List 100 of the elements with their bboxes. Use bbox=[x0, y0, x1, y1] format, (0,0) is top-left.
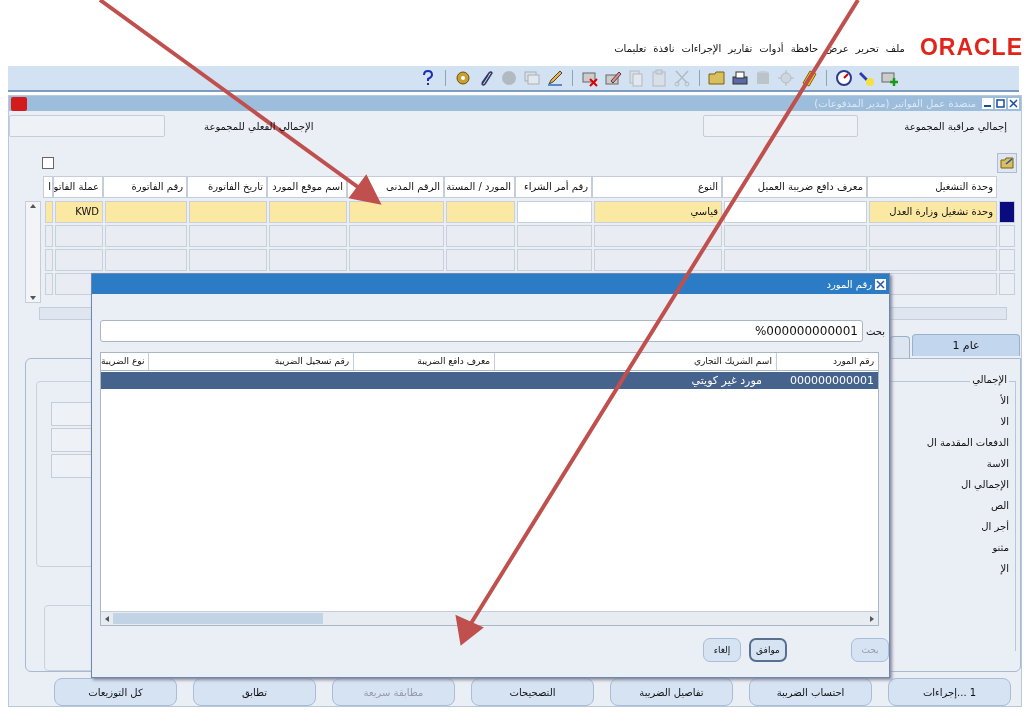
action-button[interactable]: تفاصيل الضريبة bbox=[610, 678, 733, 706]
table-cell[interactable] bbox=[349, 201, 444, 223]
folder-icon[interactable] bbox=[708, 69, 726, 87]
table-cell[interactable] bbox=[189, 249, 267, 271]
action-button[interactable]: تطابق bbox=[193, 678, 316, 706]
column-header: تاريخ الفاتورة bbox=[187, 176, 267, 198]
table-cell[interactable] bbox=[269, 225, 347, 247]
search-field[interactable]: %000000000001 bbox=[100, 320, 863, 342]
tab[interactable] bbox=[890, 336, 910, 358]
field-label: إجمالي مراقبة المجموعة bbox=[903, 120, 1008, 132]
printer-icon[interactable] bbox=[731, 69, 749, 87]
column-header: معرف دافع الضريبة bbox=[353, 353, 495, 370]
menu-item[interactable]: تعليمات bbox=[614, 42, 647, 58]
checkbox[interactable] bbox=[42, 157, 54, 169]
menu-item[interactable]: ملف bbox=[885, 42, 905, 58]
close-icon[interactable] bbox=[1008, 98, 1019, 109]
table-cell[interactable]: قياسي bbox=[594, 201, 722, 223]
column-header: النوع bbox=[592, 176, 722, 198]
table-cell[interactable] bbox=[269, 201, 347, 223]
field-label: الص bbox=[989, 500, 1009, 511]
table-cell[interactable] bbox=[869, 225, 997, 247]
table-cell[interactable]: KWD bbox=[55, 201, 103, 223]
table-cell[interactable] bbox=[189, 225, 267, 247]
table-cell[interactable] bbox=[45, 249, 53, 271]
delete-record-icon[interactable] bbox=[581, 69, 599, 87]
column-header: وحدة التشغيل bbox=[867, 176, 997, 198]
flashlight-icon[interactable] bbox=[858, 69, 876, 87]
table-cell[interactable] bbox=[517, 201, 592, 223]
maximize-icon[interactable] bbox=[995, 98, 1006, 109]
table-cell-text: مورد غير كويتي bbox=[690, 373, 763, 389]
column-header: معرف دافع ضريبة العميل bbox=[722, 176, 867, 198]
field-label: الدفعات المقدمة ال bbox=[925, 437, 1009, 448]
table-cell[interactable] bbox=[55, 249, 103, 271]
table-cell[interactable] bbox=[105, 225, 187, 247]
column-header: رقم أمر الشراء bbox=[515, 176, 592, 198]
field-label: مثنو bbox=[991, 542, 1009, 553]
search-label: بحث bbox=[865, 325, 885, 337]
menu-item[interactable]: تقارير bbox=[728, 42, 753, 58]
input-field[interactable] bbox=[702, 115, 859, 137]
table-cell[interactable] bbox=[45, 225, 53, 247]
close-icon[interactable] bbox=[875, 278, 886, 290]
oracle-logo: ORACLE bbox=[919, 36, 1023, 58]
table-cell[interactable] bbox=[594, 249, 722, 271]
table-cell[interactable] bbox=[55, 225, 103, 247]
table-cell[interactable] bbox=[594, 225, 722, 247]
action-button[interactable]: كل التوزيعات bbox=[54, 678, 177, 706]
dialog-title: رقم المورد bbox=[826, 278, 872, 290]
table-cell[interactable] bbox=[189, 201, 267, 223]
tab[interactable]: عام 1 bbox=[912, 334, 1020, 356]
table-cell[interactable] bbox=[45, 201, 53, 223]
add-record-icon[interactable] bbox=[881, 69, 899, 87]
vertical-scrollbar[interactable] bbox=[25, 201, 41, 303]
table-cell[interactable] bbox=[517, 249, 592, 271]
column-header: رقم تسجيل الضريبة bbox=[148, 353, 354, 370]
action-button[interactable]: 1 ...إجراءات bbox=[888, 678, 1011, 706]
window-title: منضدة عمل الفواتير (مدير المدفوعات) bbox=[814, 98, 976, 109]
folder-icon[interactable] bbox=[997, 153, 1017, 173]
table-cell[interactable] bbox=[446, 201, 515, 223]
group-title: الإجمالي bbox=[970, 374, 1009, 385]
scroll-down-icon[interactable] bbox=[29, 294, 37, 302]
table-cell[interactable] bbox=[45, 273, 53, 295]
column-header: اسم موقع المورد bbox=[267, 176, 347, 198]
edit-record-icon[interactable] bbox=[604, 69, 622, 87]
table-cell[interactable] bbox=[869, 249, 997, 271]
menu-item[interactable]: حافظة bbox=[790, 42, 819, 58]
table-cell-text: 000000000001 bbox=[789, 373, 875, 389]
field-label: الا bbox=[999, 416, 1009, 427]
table-cell[interactable] bbox=[446, 225, 515, 247]
table-cell[interactable] bbox=[724, 249, 867, 271]
table-cell[interactable] bbox=[269, 249, 347, 271]
menu-item[interactable]: تحرير bbox=[855, 42, 879, 58]
menu-item[interactable]: الإجراءات bbox=[681, 42, 722, 58]
pencil-icon[interactable] bbox=[546, 69, 564, 87]
dialog-button[interactable]: موافق bbox=[749, 638, 787, 662]
table-cell[interactable] bbox=[105, 201, 187, 223]
table-cell[interactable] bbox=[517, 225, 592, 247]
table-cell[interactable] bbox=[446, 249, 515, 271]
field-label: الإجمالي ال bbox=[959, 479, 1009, 490]
table-cell[interactable] bbox=[349, 249, 444, 271]
input-field[interactable] bbox=[9, 115, 165, 137]
record-indicator[interactable] bbox=[999, 201, 1015, 223]
action-button[interactable]: التصحيحات bbox=[471, 678, 594, 706]
dialog-button[interactable]: إلغاء bbox=[703, 638, 741, 662]
horizontal-scrollbar[interactable] bbox=[101, 611, 878, 625]
column-header: رقم الفاتورة bbox=[103, 176, 187, 198]
menu-item[interactable]: نافذة bbox=[653, 42, 675, 58]
field-label: أجر ال bbox=[980, 521, 1009, 532]
column-header: ا bbox=[43, 176, 53, 198]
column-header: عملة الفاتو bbox=[53, 176, 103, 198]
scroll-up-icon[interactable] bbox=[29, 202, 37, 210]
table-cell[interactable] bbox=[724, 201, 867, 223]
column-header: نوع الضريبة bbox=[101, 355, 146, 368]
menu-item[interactable]: أدوات bbox=[759, 42, 784, 58]
table-cell[interactable] bbox=[105, 249, 187, 271]
field-label: الاسة bbox=[985, 458, 1009, 469]
table-cell[interactable] bbox=[349, 225, 444, 247]
compass-icon[interactable] bbox=[835, 69, 853, 87]
table-cell[interactable] bbox=[724, 225, 867, 247]
table-cell[interactable]: وحدة تشغيل وزارة العدل bbox=[869, 201, 997, 223]
action-button[interactable]: احتساب الضريبة bbox=[749, 678, 872, 706]
